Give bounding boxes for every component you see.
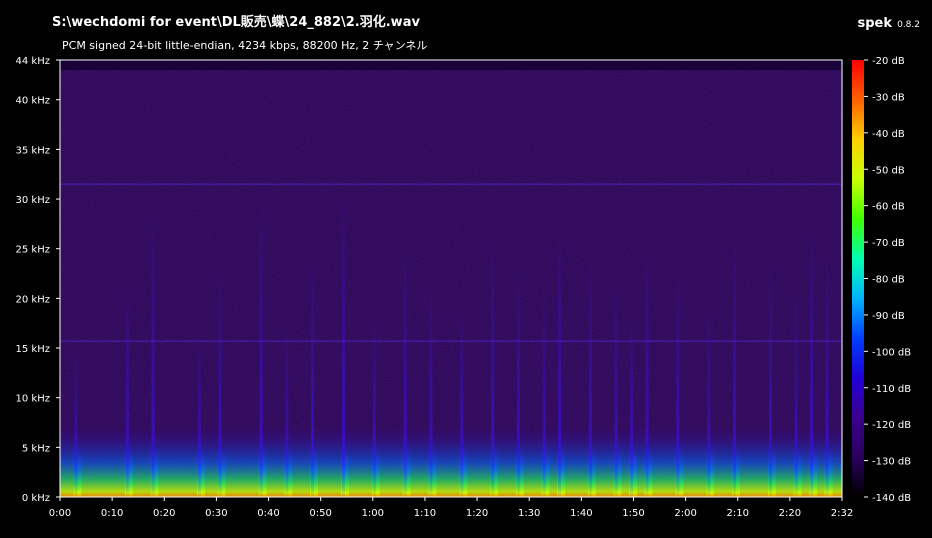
time-tick-label: 1:30 [518,508,540,519]
time-tick-label: 0:50 [309,508,331,519]
transient-burst [644,442,653,497]
db-tick-label: -20 dB [872,56,905,67]
db-tick-label: -30 dB [872,92,905,103]
time-tick-label: 0:20 [153,508,175,519]
frequency-tick-label: 25 kHz [16,245,50,256]
db-tick-label: -110 dB [872,384,911,395]
db-tick-label: -100 dB [872,347,911,358]
frequency-axis: 0 kHz 5 kHz 10 kHz 15 kHz 20 kHz 25 kHz 30 kHz… [16,56,60,504]
time-tick-label: 0:10 [101,508,123,519]
time-tick-label: 1:40 [570,508,592,519]
transient-burst [428,442,437,497]
db-tick-label: -140 dB [872,493,911,504]
transient-burst [196,442,205,497]
frequency-tick-label: 0 kHz [22,493,50,504]
frequency-tick-label: 10 kHz [16,394,50,405]
transient-burst [613,442,622,497]
transient-burst [284,442,293,497]
frequency-tick-label: 5 kHz [22,443,50,454]
transient-burst [629,442,638,497]
frequency-tick-label: 30 kHz [16,195,50,206]
transient-burst [587,442,596,497]
transient-burst [459,442,468,497]
transient-burst [124,442,133,497]
transient-burst [731,442,740,497]
time-tick-label: 1:00 [362,508,384,519]
db-tick-label: -50 dB [872,165,905,176]
time-tick-label: 2:20 [779,508,801,519]
transient-burst [793,442,802,497]
transient-burst [340,442,349,497]
transient-burst [402,442,411,497]
spectrogram-chart: 0:00 0:10 0:20 0:30 0:40 0:50 1:00 1:10 1:20 1:30… [16,56,912,519]
db-tick-label: -90 dB [872,311,905,322]
db-tick-label: -40 dB [872,129,905,140]
spectrogram-plot [60,60,842,497]
transient-burst [541,442,550,497]
time-tick-label: 0:00 [49,508,71,519]
time-tick-label: 1:10 [414,508,436,519]
time-tick-label: 1:20 [466,508,488,519]
transient-burst [73,442,82,497]
db-tick-label: -120 dB [872,420,911,431]
transient-burst [706,442,715,497]
frequency-tick-label: 44 kHz [16,56,50,67]
top-darker-band [60,60,842,70]
transient-burst [515,442,524,497]
transient-burst [217,442,226,497]
time-tick-label: 2:32 [831,508,853,519]
db-tick-label: -80 dB [872,275,905,286]
db-color-scale: -20 dB -30 dB -40 dB -50 dB -60 dB -70 dB -80 … [852,56,911,504]
time-tick-label: 2:10 [726,508,748,519]
frequency-tick-label: 35 kHz [16,145,50,156]
db-tick-label: -70 dB [872,238,905,249]
transient-burst [557,442,566,497]
transient-burst [310,442,319,497]
transient-burst [809,442,818,497]
time-tick-label: 0:30 [205,508,227,519]
transient-burst [150,442,159,497]
transient-burst [767,442,776,497]
transient-burst [675,442,684,497]
frequency-tick-label: 40 kHz [16,96,50,107]
db-tick-label: -130 dB [872,457,911,468]
db-tick-label: -60 dB [872,202,905,213]
transient-burst [371,442,380,497]
frequency-tick-label: 20 kHz [16,294,50,305]
color-scale-bar [852,60,864,497]
transient-burst [258,442,267,497]
low-frequency-energy [60,427,842,497]
time-tick-label: 1:50 [622,508,644,519]
frequency-tick-label: 15 kHz [16,344,50,355]
time-axis: 0:00 0:10 0:20 0:30 0:40 0:50 1:00 1:10 1:20 1:30… [49,497,853,519]
time-tick-label: 2:00 [674,508,696,519]
transient-burst [490,442,499,497]
transient-burst [824,442,833,497]
time-tick-label: 0:40 [257,508,279,519]
